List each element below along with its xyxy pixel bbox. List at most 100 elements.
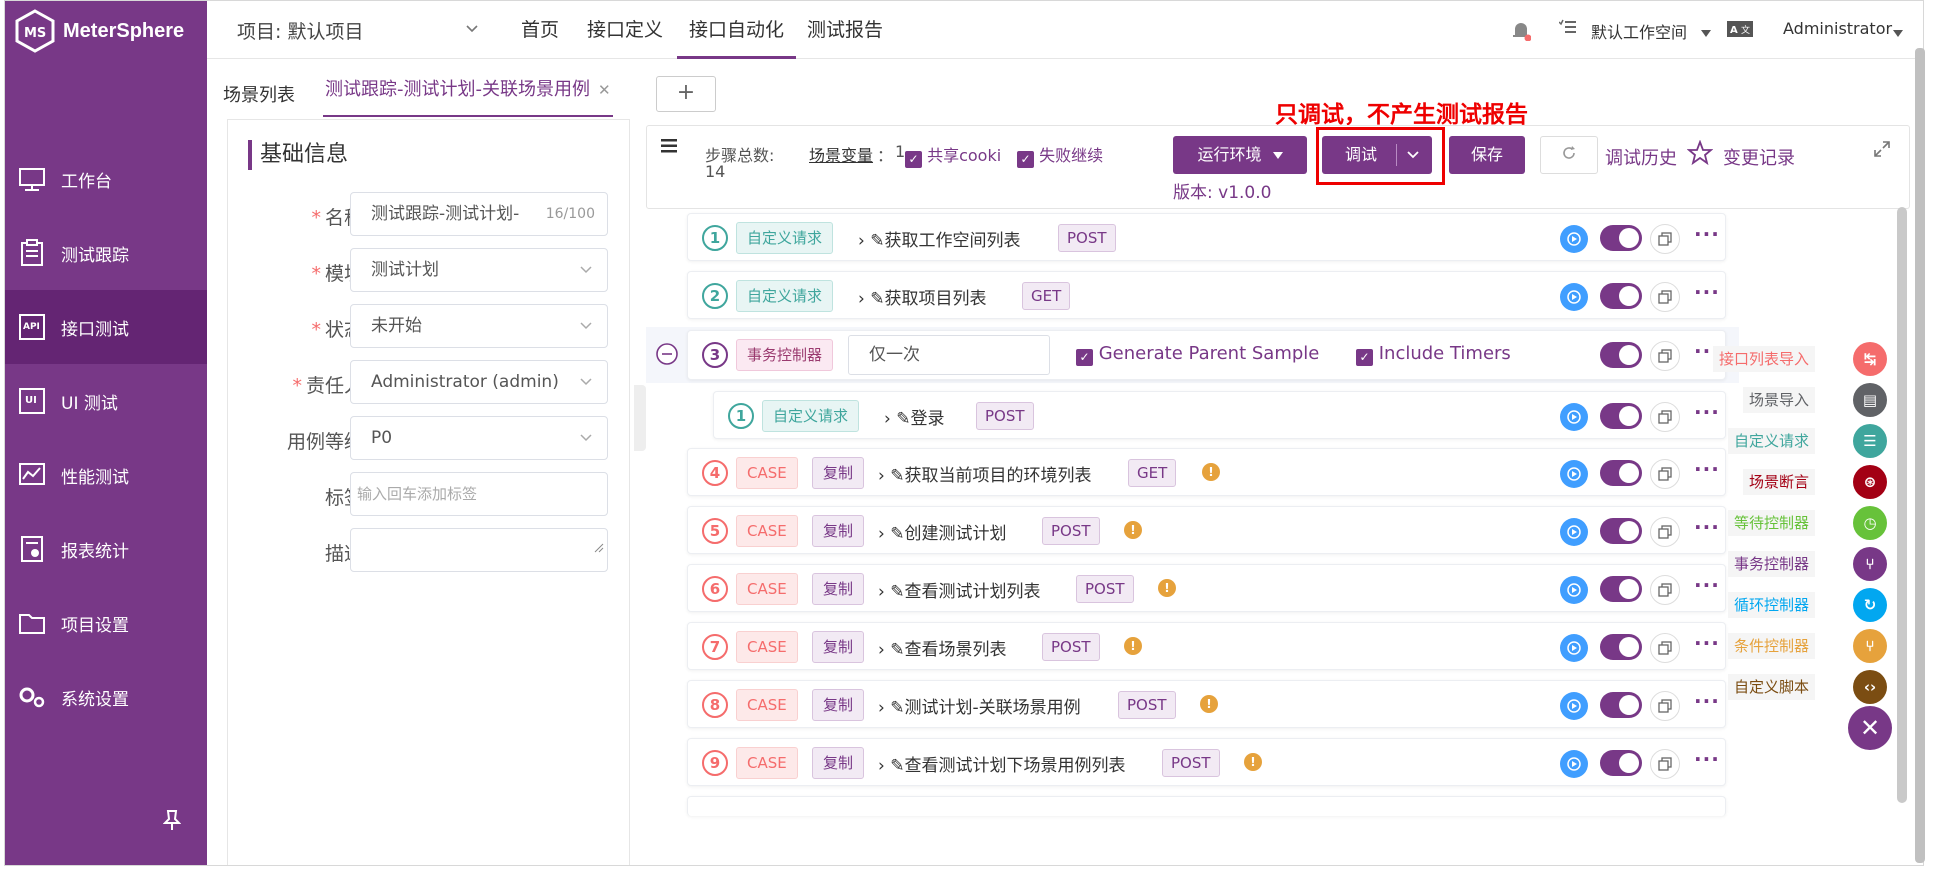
page-scrollbar[interactable]: [1915, 48, 1925, 863]
more-icon[interactable]: ···: [1694, 747, 1720, 771]
tool-label-custom-request[interactable]: 自定义请求: [1727, 428, 1815, 454]
status-select[interactable]: 未开始: [350, 304, 608, 348]
chevron-down-icon[interactable]: [465, 19, 479, 39]
enable-toggle[interactable]: [1600, 518, 1642, 544]
copy-icon[interactable]: [1650, 459, 1680, 489]
step-row[interactable]: 7 CASE 复制 › ✎查看场景列表 POST ! ···: [687, 622, 1726, 670]
tag-input[interactable]: 输入回车添加标签: [350, 472, 608, 516]
more-icon[interactable]: ···: [1694, 457, 1720, 481]
refresh-button[interactable]: [1540, 136, 1598, 174]
tool-label-custom-script[interactable]: 自定义脚本: [1727, 674, 1815, 700]
tool-label-api-import[interactable]: 接口列表导入: [1712, 346, 1815, 372]
close-icon[interactable]: ✕: [598, 81, 611, 99]
owner-select[interactable]: Administrator (admin): [350, 360, 608, 404]
sidebar-item-workbench[interactable]: 工作台: [5, 142, 207, 216]
project-selector[interactable]: 项目: 默认项目: [237, 17, 363, 44]
debug-history-link[interactable]: 调试历史: [1605, 144, 1677, 170]
run-step-icon[interactable]: [1560, 403, 1588, 431]
sidebar-item-report[interactable]: 报表统计: [5, 512, 207, 586]
steps-scrollbar[interactable]: [1897, 207, 1907, 803]
enable-toggle[interactable]: [1600, 225, 1642, 251]
bell-icon[interactable]: [1511, 19, 1532, 45]
enable-toggle[interactable]: [1600, 692, 1642, 718]
run-env-button[interactable]: 运行环境: [1173, 136, 1307, 174]
scenario-vars-link[interactable]: 场景变量: [809, 142, 873, 166]
copy-icon[interactable]: [1650, 691, 1680, 721]
more-icon[interactable]: ···: [1694, 631, 1720, 655]
language-icon[interactable]: A文: [1727, 21, 1753, 41]
run-step-icon[interactable]: [1560, 518, 1588, 546]
scenario-import-icon[interactable]: ▤: [1853, 383, 1887, 417]
if-controller-icon[interactable]: ⑂: [1853, 629, 1887, 663]
menu-api-automation[interactable]: 接口自动化: [677, 1, 797, 59]
level-select[interactable]: P0: [350, 416, 608, 460]
run-step-icon[interactable]: [1560, 750, 1588, 778]
save-button[interactable]: 保存: [1449, 136, 1525, 174]
transaction-name-input[interactable]: 仅一次: [848, 335, 1050, 375]
step-name[interactable]: › ✎获取项目列表: [858, 284, 986, 309]
workspace-list-icon[interactable]: [1558, 19, 1577, 39]
run-step-icon[interactable]: [1560, 225, 1588, 253]
run-step-icon[interactable]: [1560, 634, 1588, 662]
menu-api-definition[interactable]: 接口定义: [587, 1, 663, 59]
menu-test-report[interactable]: 测试报告: [807, 1, 883, 59]
step-name[interactable]: › ✎查看测试计划下场景用例列表: [878, 751, 1125, 776]
step-name[interactable]: › ✎登录: [884, 404, 944, 429]
module-select[interactable]: 测试计划: [350, 248, 608, 292]
sidebar-item-system-settings[interactable]: 系统设置: [5, 660, 207, 734]
caret-down-icon[interactable]: [1701, 23, 1711, 42]
more-icon[interactable]: ···: [1694, 400, 1720, 424]
copy-icon[interactable]: [1650, 282, 1680, 312]
copy-icon[interactable]: [1650, 633, 1680, 663]
enable-toggle[interactable]: [1600, 576, 1642, 602]
copy-icon[interactable]: [1650, 517, 1680, 547]
step-name[interactable]: › ✎创建测试计划: [878, 519, 1006, 544]
sidebar-item-test-track[interactable]: 测试跟踪: [5, 216, 207, 290]
tool-label-if-controller[interactable]: 条件控制器: [1727, 633, 1815, 659]
copy-icon[interactable]: [1650, 749, 1680, 779]
copy-icon[interactable]: [1650, 341, 1680, 371]
wait-controller-icon[interactable]: ◷: [1853, 506, 1887, 540]
tool-label-loop-controller[interactable]: 循环控制器: [1727, 592, 1815, 618]
run-step-icon[interactable]: [1560, 692, 1588, 720]
user-menu[interactable]: Administrator: [1783, 19, 1892, 38]
enable-toggle[interactable]: [1600, 283, 1642, 309]
copy-icon[interactable]: [1650, 575, 1680, 605]
enable-toggle[interactable]: [1600, 750, 1642, 776]
api-import-icon[interactable]: ↹: [1853, 342, 1887, 376]
step-name[interactable]: › ✎获取当前项目的环境列表: [878, 461, 1091, 486]
generate-parent-sample-checkbox[interactable]: ✓ Generate Parent Sample: [1076, 343, 1319, 366]
run-step-icon[interactable]: [1560, 576, 1588, 604]
change-log-link[interactable]: 变更记录: [1723, 144, 1795, 170]
step-row[interactable]: 6 CASE 复制 › ✎查看测试计划列表 POST ! ···: [687, 564, 1726, 612]
add-tab-button[interactable]: +: [656, 76, 716, 112]
step-row[interactable]: 9 CASE 复制 › ✎查看测试计划下场景用例列表 POST ! ···: [687, 738, 1726, 786]
tool-label-transaction-controller[interactable]: 事务控制器: [1727, 551, 1815, 577]
copy-icon[interactable]: [1650, 402, 1680, 432]
scenario-assertion-icon[interactable]: ⊛: [1853, 465, 1887, 499]
copy-icon[interactable]: [1650, 224, 1680, 254]
tab-scenario-list[interactable]: 场景列表: [223, 81, 295, 107]
step-row[interactable]: 3 事务控制器 仅一次 ✓ Generate Parent Sample ✓ I…: [687, 330, 1726, 380]
step-row[interactable]: 5 CASE 复制 › ✎创建测试计划 POST ! ···: [687, 506, 1726, 554]
step-name[interactable]: › ✎获取工作空间列表: [858, 226, 1020, 251]
enable-toggle[interactable]: [1600, 460, 1642, 486]
enable-toggle[interactable]: [1600, 634, 1642, 660]
step-name[interactable]: › ✎查看场景列表: [878, 635, 1006, 660]
more-icon[interactable]: ···: [1694, 689, 1720, 713]
enable-toggle[interactable]: [1600, 342, 1642, 368]
tool-label-scenario-import[interactable]: 场景导入: [1742, 387, 1815, 413]
name-input[interactable]: 测试跟踪-测试计划- 16/100: [350, 192, 608, 236]
workspace-selector[interactable]: 默认工作空间: [1591, 19, 1687, 43]
step-row[interactable]: 1 自定义请求 › ✎获取工作空间列表 POST ···: [687, 213, 1726, 261]
pin-icon[interactable]: [162, 809, 182, 836]
sidebar-item-api-test[interactable]: API 接口测试: [5, 290, 207, 364]
fail-continue-checkbox[interactable]: ✓ 失败继续: [1017, 142, 1103, 168]
step-row[interactable]: 4 CASE 复制 › ✎获取当前项目的环境列表 GET ! ···: [687, 448, 1726, 496]
menu-home[interactable]: 首页: [521, 1, 559, 59]
custom-script-icon[interactable]: ‹›: [1853, 670, 1887, 704]
step-name[interactable]: › ✎测试计划-关联场景用例: [878, 693, 1081, 718]
resize-handle-icon[interactable]: [594, 527, 604, 569]
collapse-handle[interactable]: [634, 385, 646, 451]
more-icon[interactable]: ···: [1694, 573, 1720, 597]
